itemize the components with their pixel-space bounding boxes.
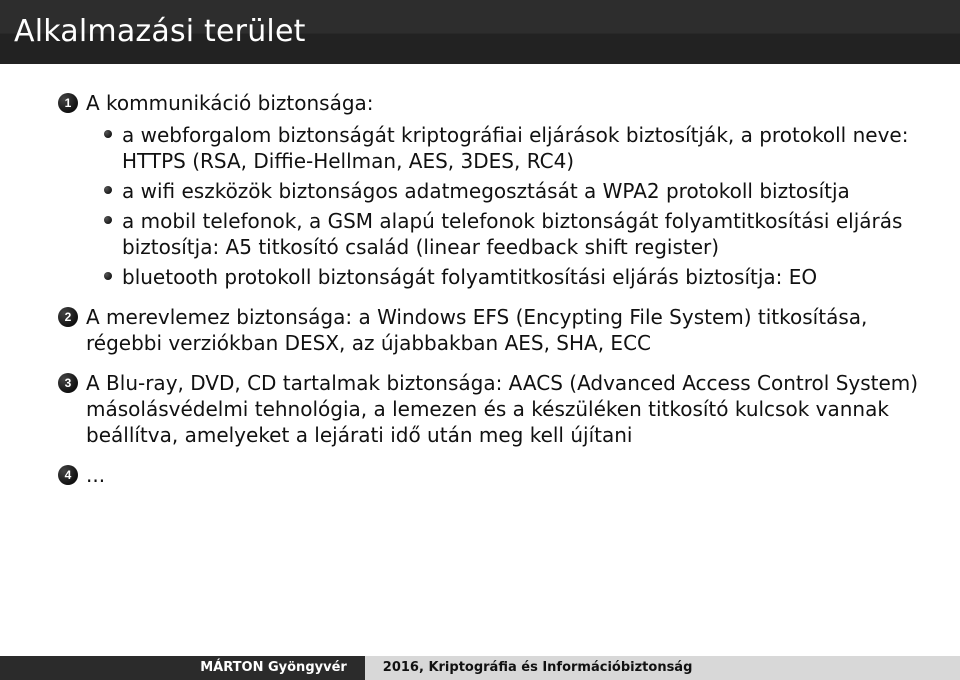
footer-author: MÁRTON Gyöngyvér [0,656,365,680]
footer-course: 2016, Kriptográfia és Információbiztonsá… [365,656,960,680]
list-item: 1 A kommunikáció biztonsága: a webforgal… [58,90,930,290]
slide-content: 1 A kommunikáció biztonsága: a webforgal… [58,90,930,502]
list-item: 3 A Blu-ray, DVD, CD tartalmak biztonság… [58,370,930,448]
list-subitem: a webforgalom biztonságát kriptográfiai … [104,122,930,174]
list-subitem: a wifi eszközök biztonságos adatmegosztá… [104,178,930,204]
list-subitem: a mobil telefonok, a GSM alapú telefonok… [104,208,930,260]
item-text: A kommunikáció biztonsága: [86,91,374,115]
number-badge-icon: 1 [58,93,78,113]
number-badge-icon: 3 [58,373,78,393]
number-badge-icon: 2 [58,307,78,327]
item-text: A Blu-ray, DVD, CD tartalmak biztonsága:… [86,371,918,447]
slide-footer: MÁRTON Gyöngyvér 2016, Kriptográfia és I… [0,656,960,680]
item-text: ... [86,463,105,487]
number-badge-icon: 4 [58,465,78,485]
item-text: A merevlemez biztonsága: a Windows EFS (… [86,305,867,355]
list-subitem: bluetooth protokoll biztonságát folyamti… [104,264,930,290]
list-item: 4 ... [58,462,930,488]
list-item: 2 A merevlemez biztonsága: a Windows EFS… [58,304,930,356]
slide-title: Alkalmazási terület [0,0,960,64]
